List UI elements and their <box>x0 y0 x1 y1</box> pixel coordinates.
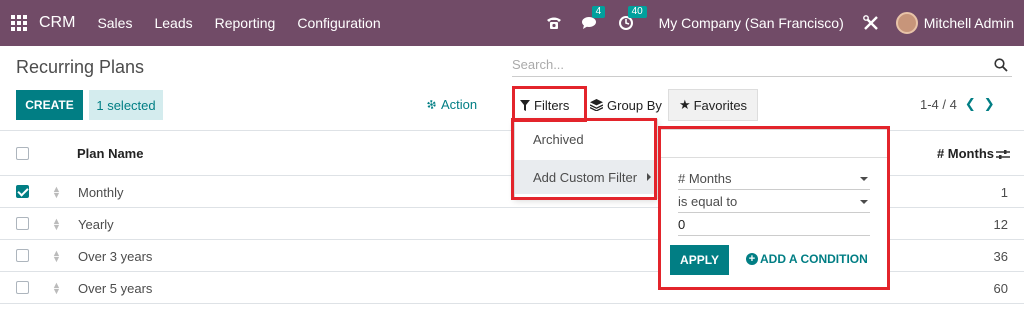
activities-badge: 40 <box>627 6 647 18</box>
pager-previous-icon[interactable]: ❮ <box>965 96 976 112</box>
months-cell: 36 <box>993 249 1008 264</box>
action-menu-button[interactable]: Action <box>426 97 477 112</box>
select-all-checkbox[interactable] <box>16 147 29 160</box>
page-title: Recurring Plans <box>16 57 145 77</box>
messages-icon[interactable]: 4 <box>579 6 606 34</box>
plan-name-cell: Yearly <box>78 217 114 232</box>
menu-reporting[interactable]: Reporting <box>215 15 276 31</box>
row-checkbox[interactable] <box>16 281 29 294</box>
drag-handle-icon[interactable]: ▲ ▼ <box>52 249 61 264</box>
search-icon[interactable] <box>994 57 1008 72</box>
search-bar[interactable] <box>512 53 1012 77</box>
action-label: Action <box>441 97 478 112</box>
drag-handle-icon[interactable]: ▲ ▼ <box>52 185 61 200</box>
months-cell: 1 <box>1000 185 1008 200</box>
user-avatar[interactable] <box>895 12 918 34</box>
drag-handle-icon[interactable]: ▲ ▼ <box>52 217 61 232</box>
highlight-filters-button <box>512 86 587 122</box>
tools-icon[interactable] <box>860 12 882 34</box>
favorites-label: Favorites <box>693 97 748 113</box>
row-checkbox[interactable] <box>16 185 29 198</box>
menu-configuration[interactable]: Configuration <box>297 15 380 31</box>
star-icon: ★ <box>678 97 691 112</box>
create-button[interactable]: CREATE <box>16 90 83 120</box>
pager-value[interactable]: 1-4 / 4 <box>920 97 957 112</box>
phone-icon[interactable] <box>543 12 565 34</box>
top-navbar: CRM Sales Leads Reporting Configuration … <box>0 0 1024 46</box>
user-menu[interactable]: Mitchell Admin <box>924 15 1014 31</box>
column-months[interactable]: # Months <box>937 146 1010 161</box>
apps-menu-icon[interactable] <box>11 15 27 31</box>
plan-name-cell: Over 3 years <box>78 249 153 264</box>
column-months-label: # Months <box>936 146 994 161</box>
plan-name-cell: Over 5 years <box>78 281 153 296</box>
layers-icon <box>590 99 603 111</box>
company-switcher[interactable]: My Company (San Francisco) <box>659 15 844 31</box>
selection-count: 1 selected <box>89 90 163 120</box>
menu-sales[interactable]: Sales <box>97 15 132 31</box>
pager: 1-4 / 4 ❮ ❯ <box>920 96 995 112</box>
highlight-filters-dropdown <box>511 118 657 200</box>
row-checkbox[interactable] <box>16 249 29 262</box>
gear-icon <box>427 100 436 109</box>
menu-leads[interactable]: Leads <box>154 15 192 31</box>
plan-name-cell: Monthly <box>78 185 124 200</box>
activities-clock-icon[interactable]: 40 <box>615 6 647 34</box>
highlight-custom-filter-panel <box>658 126 890 290</box>
pager-next-icon[interactable]: ❯ <box>984 96 995 112</box>
column-plan-name[interactable]: Plan Name <box>77 146 143 161</box>
search-input[interactable] <box>512 57 994 72</box>
app-brand[interactable]: CRM <box>39 14 75 32</box>
months-cell: 12 <box>993 217 1008 232</box>
row-checkbox[interactable] <box>16 217 29 230</box>
messages-badge: 4 <box>591 6 606 18</box>
favorites-button[interactable]: ★ Favorites <box>668 89 758 121</box>
group-by-label: Group By <box>607 97 662 113</box>
optional-columns-icon[interactable] <box>996 148 1010 160</box>
group-by-button[interactable]: Group By <box>590 91 662 119</box>
months-cell: 60 <box>993 281 1008 296</box>
drag-handle-icon[interactable]: ▲ ▼ <box>52 281 61 296</box>
